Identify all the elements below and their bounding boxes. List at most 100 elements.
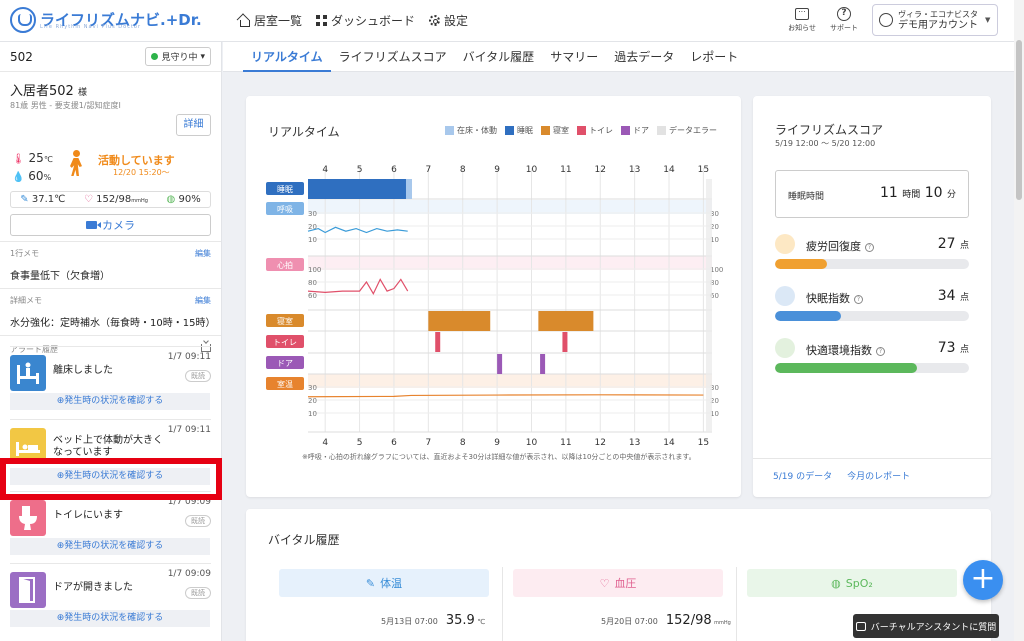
metric-unit: 点	[959, 293, 969, 303]
add-button[interactable]: +	[963, 560, 1003, 600]
spo2-value: 90%	[178, 194, 201, 205]
account-org: ヴィラ・エコナビスタ	[898, 10, 978, 19]
x-tick-label-bottom: 6	[391, 438, 397, 448]
virtual-assistant-button[interactable]: バーチャルアシスタントに質問	[853, 614, 999, 638]
sleep-hours: 11	[879, 185, 898, 201]
alert-time: 1/7 09:11	[167, 425, 211, 435]
memo1-edit-link[interactable]: 編集	[195, 248, 211, 259]
sleep-time-box: 睡眠時間 11 時間 10 分	[775, 170, 969, 218]
tab-realtime[interactable]: リアルタイム	[243, 42, 331, 72]
x-tick-label-top: 11	[560, 165, 571, 175]
row-label: トイレ	[273, 338, 297, 347]
pen-icon: ✎	[20, 194, 29, 205]
tab-vital-history[interactable]: バイタル履歴	[455, 42, 543, 72]
watch-status-label: 見守り中	[161, 53, 198, 63]
metric-label-text: 疲労回復度	[806, 240, 861, 253]
x-tick-label-top: 9	[494, 165, 500, 175]
x-tick-label-bottom: 15	[698, 438, 709, 448]
pen-icon: ✎	[365, 576, 376, 590]
help-icon[interactable]: ?	[865, 243, 874, 252]
confirm-situation-button[interactable]: ⊕発生時の状況を確認する	[10, 538, 210, 555]
alert-item: トイレにいます 1/7 09:09 既読 ⊕発生時の状況を確認する	[10, 491, 211, 555]
confirm-situation-button[interactable]: ⊕発生時の状況を確認する	[10, 610, 210, 627]
metric-value: 73 点	[938, 340, 969, 356]
watch-status-select[interactable]: 見守り中 ▾	[145, 47, 211, 66]
alert-title: トイレにいます	[53, 510, 123, 521]
metric-value: 27 点	[938, 236, 969, 252]
logo-icon	[10, 7, 36, 33]
day-data-link[interactable]: 5/19 のデータ	[773, 469, 832, 482]
chart-footnote: ※呼吸・心拍の折れ線グラフについては、直近およそ30分は詳細な値が表示され、以降…	[302, 453, 696, 461]
data-error-band	[706, 179, 712, 432]
sleep-minutes: 10	[924, 185, 943, 201]
breath-axis-label: 30	[308, 210, 317, 218]
metric-sleep-index: 快眠指数? 34 点	[775, 286, 969, 326]
row-label: 寝室	[277, 316, 293, 326]
detail-button[interactable]: 詳細	[176, 114, 211, 136]
alert-title: ベッド上で体動が大きくなっています	[53, 435, 163, 458]
bedroom-bar	[538, 311, 594, 331]
notice-button[interactable]: お知らせ	[788, 5, 816, 33]
tab-report[interactable]: レポート	[682, 42, 746, 72]
x-tick-label-bottom: 11	[560, 438, 571, 448]
resident-card: 入居者502 様 81歳 男性 - 要支援1/認知症度I 詳細 🌡 25℃ 💧 …	[0, 72, 221, 242]
nav-settings[interactable]: 設定	[429, 12, 468, 29]
heart-axis-label: 100	[710, 266, 723, 274]
user-icon	[879, 13, 893, 27]
bed-presence-bar	[405, 179, 412, 199]
x-tick-label-bottom: 9	[494, 438, 500, 448]
scrollbar-thumb[interactable]	[1016, 40, 1022, 200]
x-tick-label-top: 7	[425, 165, 431, 175]
metric-label: 疲労回復度?	[806, 238, 874, 254]
blood-pressure-pill[interactable]: ♡ 血圧	[513, 569, 723, 597]
highlight-box	[0, 458, 222, 500]
x-tick-label-bottom: 14	[663, 438, 675, 448]
spo2-pill[interactable]: ◍ SpO₂	[747, 569, 957, 597]
bed-exit-svg	[17, 362, 39, 384]
help-icon[interactable]: ?	[854, 295, 863, 304]
metric-bar-fill	[775, 363, 917, 373]
bp-pill-label: 血圧	[614, 577, 637, 590]
help-icon[interactable]: ?	[876, 347, 885, 356]
room-axis-label: 30	[308, 384, 317, 392]
memo1-header: 1行メモ	[10, 249, 40, 258]
activity-time: 12/20 15:20～	[113, 168, 170, 177]
account-menu[interactable]: ヴィラ・エコナビスタ デモ用アカウント ▼	[872, 4, 998, 36]
spo2: ◍ 90%	[167, 194, 201, 205]
notice-icon	[795, 5, 810, 20]
x-tick-label-bottom: 10	[526, 438, 538, 448]
plant-icon	[775, 338, 795, 358]
camera-button[interactable]: カメラ	[10, 214, 211, 236]
memo2-edit-link[interactable]: 編集	[195, 295, 211, 306]
app-header: ライフリズムナビ.+Dr. Life Rhythm Navi Plus Doct…	[0, 0, 1024, 42]
x-tick-label-bottom: 5	[357, 438, 363, 448]
x-tick-label-top: 6	[391, 165, 397, 175]
month-report-link[interactable]: 今月のレポート	[847, 469, 910, 482]
page-scrollbar[interactable]	[1014, 0, 1024, 641]
fatigue-icon	[775, 234, 795, 254]
tab-past-data[interactable]: 過去データ	[606, 42, 682, 72]
nav-dashboard[interactable]: ダッシュボード	[316, 12, 415, 29]
x-tick-label-top: 10	[526, 165, 538, 175]
tab-summary[interactable]: サマリー	[542, 42, 606, 72]
heart-axis-label: 80	[308, 279, 317, 287]
vital-history-title: バイタル履歴	[268, 533, 340, 547]
heart-icon: ♡	[83, 194, 93, 205]
memo2-header: 詳細メモ	[10, 296, 42, 305]
room-temp-unit: ℃	[43, 155, 53, 164]
confirm-situation-button[interactable]: ⊕発生時の状況を確認する	[10, 393, 210, 410]
nav-dashboard-label: ダッシュボード	[331, 14, 416, 28]
body-temp-pill[interactable]: ✎ 体温	[279, 569, 489, 597]
alert-time: 1/7 09:09	[167, 569, 211, 579]
sleep-hours-unit: 時間	[902, 190, 921, 200]
tab-liferhythm-score[interactable]: ライフリズムスコア	[331, 42, 455, 72]
vitals-summary: ✎ 37.1℃ ♡ 152/98mmHg ◍ 90%	[10, 191, 211, 208]
metric-value: 34 点	[938, 288, 969, 304]
metric-bar-fill	[775, 259, 828, 269]
help-icon: ?	[837, 7, 851, 21]
door-event	[497, 354, 503, 374]
breath-band	[308, 200, 712, 214]
row-label: 呼吸	[277, 204, 293, 214]
nav-room-list[interactable]: 居室一覧	[238, 12, 302, 29]
support-button[interactable]: ? サポート	[830, 7, 858, 33]
